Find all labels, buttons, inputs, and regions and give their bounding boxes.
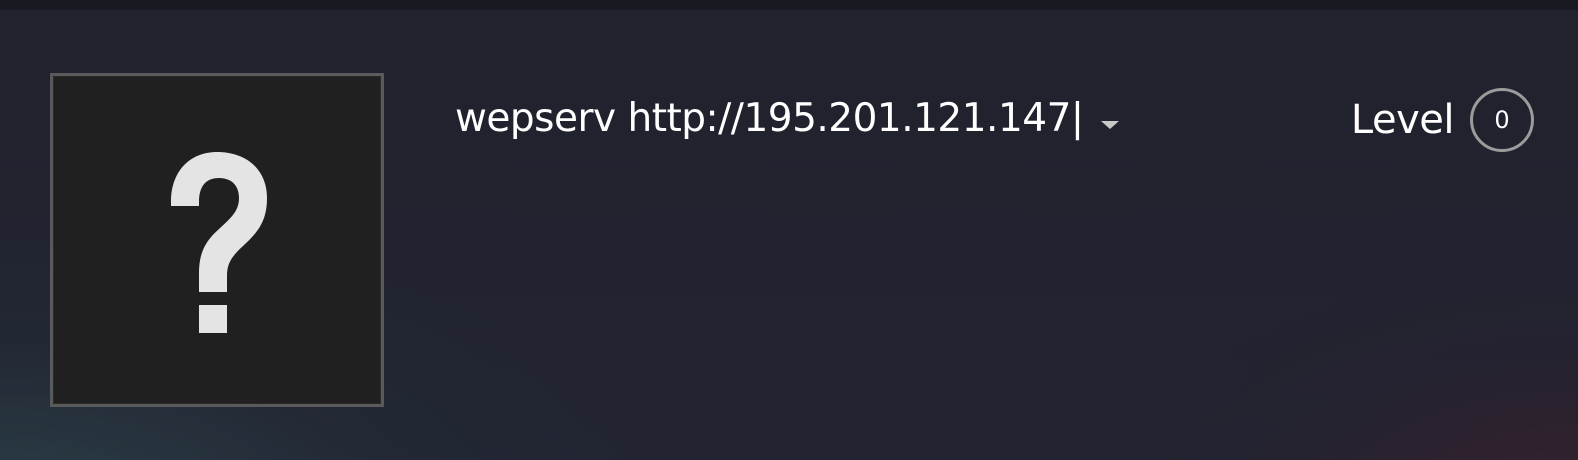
caret-down-icon[interactable] <box>1098 117 1122 133</box>
avatar[interactable] <box>50 73 384 407</box>
top-strip <box>0 0 1578 10</box>
persona-name-row: wepserv http://195.201.121.147| <box>455 88 1122 148</box>
level-label: Level <box>1350 97 1455 143</box>
persona-name: wepserv http://195.201.121.147| <box>455 95 1084 141</box>
level-badge: 0 <box>1470 88 1534 152</box>
level-indicator: Level 0 <box>1351 88 1534 152</box>
profile-header: wepserv http://195.201.121.147| Level 0 <box>0 0 1578 460</box>
question-mark-icon <box>171 152 267 333</box>
